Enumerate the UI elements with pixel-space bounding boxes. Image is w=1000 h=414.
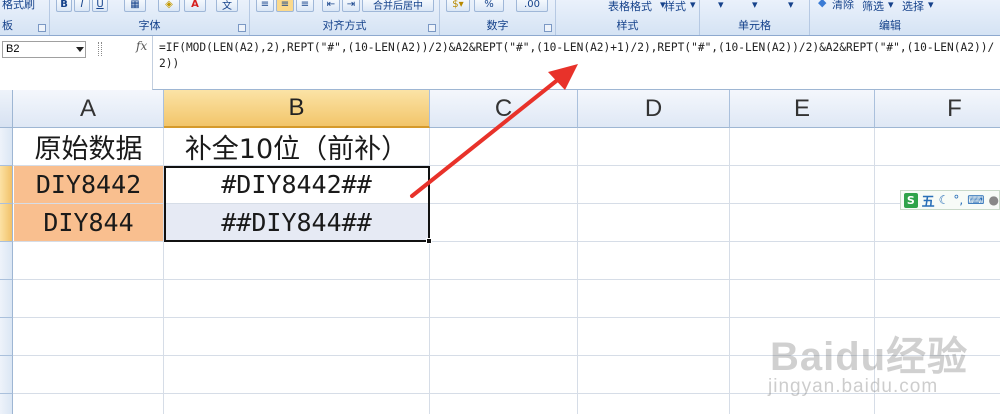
alignment-launcher-icon[interactable] (428, 24, 436, 32)
cells-group-label: 单元格 (738, 19, 771, 32)
insert-function-icon[interactable]: fx (136, 39, 147, 53)
align-left-button[interactable]: ≡ (256, 0, 274, 12)
ribbon: 格式刷 板 B I U ▦ ◈ A 文 字体 ≡ ≡ ≡ ⇤ ⇥ 合并后居中 对… (0, 0, 1000, 36)
gridline (429, 128, 430, 414)
cell-b2[interactable]: #DIY8442## (164, 166, 429, 203)
select-chevron-icon[interactable]: ▾ (928, 0, 934, 11)
row-header-7[interactable] (0, 356, 13, 394)
ime-mode-label[interactable]: 五 (922, 191, 935, 210)
format-painter-label[interactable]: 格式刷 (2, 0, 35, 12)
column-header-c[interactable]: C (430, 90, 578, 128)
clear-button[interactable]: 清除 (832, 0, 854, 12)
delete-chevron-icon[interactable]: ▾ (752, 0, 758, 11)
styles-group-label: 样式 (616, 19, 639, 32)
cell-style-chevron-icon[interactable]: ▾ (690, 0, 696, 11)
row-header-3[interactable] (0, 204, 13, 242)
gridline (13, 241, 1000, 242)
font-group-label: 字体 (138, 19, 161, 32)
gridline (577, 128, 578, 414)
styles-group: 表格格式 ▾ 样式 ▾ 样式 (556, 0, 700, 35)
column-header-a[interactable]: A (13, 90, 164, 128)
row-header-4[interactable] (0, 242, 13, 280)
name-box-chevron-icon[interactable] (76, 47, 84, 52)
formula-bar: B2 fx =IF(MOD(LEN(A2),2),REPT("#",(10-LE… (0, 36, 1000, 90)
row-header-1[interactable] (0, 128, 13, 166)
decrease-indent-button[interactable]: ⇤ (322, 0, 340, 12)
user-icon[interactable]: ● (989, 193, 999, 207)
gridline (729, 128, 730, 414)
font-color-button[interactable]: A (184, 0, 206, 12)
alignment-group: ≡ ≡ ≡ ⇤ ⇥ 合并后居中 对齐方式 (250, 0, 440, 35)
decimal-button[interactable]: .00 (516, 0, 548, 12)
cell-a1[interactable]: 原始数据 (14, 128, 163, 165)
percent-button[interactable]: % (474, 0, 504, 12)
row-header-2[interactable] (0, 166, 13, 204)
underline-button[interactable]: U (92, 0, 108, 12)
currency-button[interactable]: $▾ (446, 0, 470, 12)
clipboard-launcher-icon[interactable] (38, 24, 46, 32)
select-button[interactable]: 选择 (902, 0, 924, 14)
gridline (13, 279, 1000, 280)
increase-indent-button[interactable]: ⇥ (342, 0, 360, 12)
row-header-8[interactable] (0, 394, 13, 414)
table-format-button[interactable]: 表格格式 (608, 0, 652, 14)
name-box[interactable]: B2 (2, 41, 86, 58)
cell-b1[interactable]: 补全10位（前补） (164, 128, 429, 165)
formula-text[interactable]: =IF(MOD(LEN(A2),2),REPT("#",(10-LEN(A2))… (159, 40, 995, 72)
cell-a3[interactable]: DIY844 (14, 204, 163, 241)
italic-button[interactable]: I (74, 0, 90, 12)
number-group-label: 数字 (486, 19, 509, 32)
clear-icon[interactable]: ◆ (818, 0, 826, 9)
phonetic-button[interactable]: 文 (216, 0, 238, 12)
merge-center-button[interactable]: 合并后居中 (362, 0, 434, 12)
ime-toolbar[interactable]: S 五 ☾ °, ⌨ ● (900, 190, 1000, 210)
number-group: $▾ % .00 数字 (440, 0, 556, 35)
insert-chevron-icon[interactable]: ▾ (718, 0, 724, 11)
cells-group: ▾ ▾ ▾ 单元格 (700, 0, 810, 35)
border-button[interactable]: ▦ (124, 0, 146, 12)
cell-style-button[interactable]: 样式 (664, 0, 686, 14)
punctuation-icon[interactable]: °, (953, 193, 963, 207)
font-launcher-icon[interactable] (238, 24, 246, 32)
moon-icon[interactable]: ☾ (939, 193, 950, 207)
row-header-5[interactable] (0, 280, 13, 318)
row-header-6[interactable] (0, 318, 13, 356)
filter-chevron-icon[interactable]: ▾ (888, 0, 894, 11)
select-all-button[interactable] (0, 90, 13, 128)
number-launcher-icon[interactable] (544, 24, 552, 32)
align-center-button[interactable]: ≡ (276, 0, 294, 12)
formula-bar-splitter[interactable] (98, 42, 102, 56)
formula-input[interactable]: =IF(MOD(LEN(A2),2),REPT("#",(10-LEN(A2))… (152, 36, 1000, 90)
editing-group: ◆ 清除 筛选 ▾ 选择 ▾ 编辑 (810, 0, 970, 35)
fill-color-button[interactable]: ◈ (158, 0, 180, 12)
format-chevron-icon[interactable]: ▾ (788, 0, 794, 11)
column-header-e[interactable]: E (730, 90, 875, 128)
column-header-b[interactable]: B (164, 90, 430, 128)
font-group: B I U ▦ ◈ A 文 字体 (50, 0, 250, 35)
align-right-button[interactable]: ≡ (296, 0, 314, 12)
cell-b3[interactable]: ##DIY844## (164, 204, 429, 241)
filter-button[interactable]: 筛选 (862, 0, 884, 14)
worksheet-grid: A B C D E F 原始数据 补全10位（前补） DIY8442 #DIY8… (0, 90, 1000, 414)
gridline (13, 317, 1000, 318)
gridline (13, 355, 1000, 356)
column-header-f[interactable]: F (875, 90, 1000, 128)
clipboard-group: 格式刷 板 (0, 0, 50, 35)
gridline (874, 128, 875, 414)
ime-logo-icon[interactable]: S (904, 192, 918, 208)
fill-handle[interactable] (426, 238, 432, 244)
cell-a2[interactable]: DIY8442 (14, 166, 163, 203)
keyboard-icon[interactable]: ⌨ (967, 193, 984, 207)
bold-button[interactable]: B (56, 0, 72, 12)
editing-group-label: 编辑 (879, 19, 901, 32)
alignment-group-label: 对齐方式 (322, 19, 367, 32)
gridline (13, 393, 1000, 394)
column-header-d[interactable]: D (578, 90, 730, 128)
